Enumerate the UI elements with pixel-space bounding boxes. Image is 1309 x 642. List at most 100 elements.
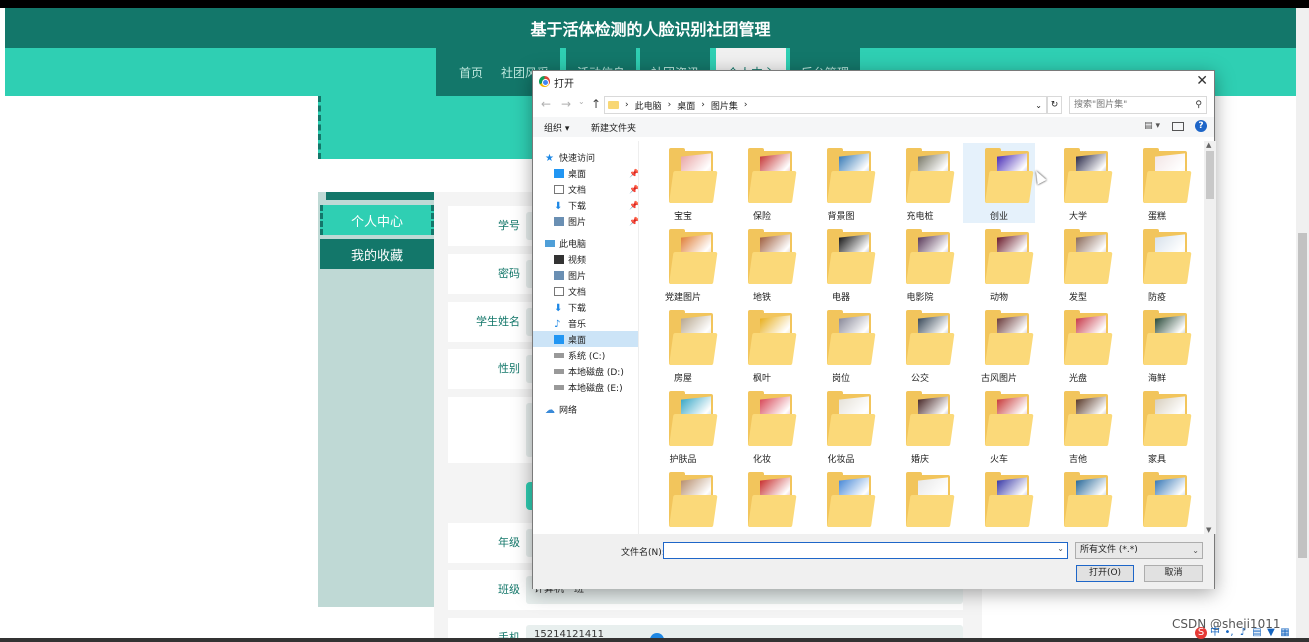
- address-bar[interactable]: › 此电脑 › 桌面 › 图片集 › ⌄: [604, 96, 1047, 114]
- view-options-icon[interactable]: ▤ ▾: [1144, 121, 1160, 131]
- close-icon[interactable]: ✕: [1196, 73, 1208, 89]
- address-dropdown-icon[interactable]: ⌄: [1035, 101, 1042, 110]
- recent-dropdown-icon[interactable]: ⌄: [578, 97, 585, 106]
- crumb-this-pc[interactable]: 此电脑: [635, 99, 662, 112]
- folder-item[interactable]: 婚庆: [884, 386, 956, 466]
- folder-item[interactable]: 保险: [726, 143, 798, 223]
- folder-item[interactable]: [1042, 467, 1114, 534]
- microphone-icon[interactable]: ♪: [1237, 627, 1249, 639]
- sidebar-item-favorites[interactable]: 我的收藏: [320, 239, 434, 269]
- folder-item[interactable]: 光盘: [1042, 305, 1114, 385]
- folder-item[interactable]: 创业: [963, 143, 1035, 223]
- nav-videos[interactable]: 视频: [554, 251, 649, 267]
- dialog-titlebar[interactable]: 打开 ✕: [533, 71, 1214, 93]
- refresh-icon[interactable]: ↻: [1047, 96, 1062, 114]
- help-icon[interactable]: ?: [1195, 120, 1207, 132]
- chevron-down-icon[interactable]: ⌄: [1057, 544, 1064, 553]
- folder-front: [827, 333, 876, 365]
- folder-item[interactable]: [647, 467, 719, 534]
- folder-item[interactable]: [963, 467, 1035, 534]
- preview-pane-icon[interactable]: [1172, 122, 1184, 131]
- grid-icon[interactable]: ▦: [1279, 627, 1291, 639]
- folder-item[interactable]: 古风图片: [963, 305, 1035, 385]
- folder-front: [906, 333, 955, 365]
- content-scrollbar-thumb[interactable]: [1206, 151, 1214, 199]
- folder-item[interactable]: 蛋糕: [1121, 143, 1193, 223]
- keyboard-icon[interactable]: ▤: [1251, 627, 1263, 639]
- folder-item[interactable]: 发型: [1042, 224, 1114, 304]
- folder-item[interactable]: 电器: [805, 224, 877, 304]
- folder-item[interactable]: 电影院: [884, 224, 956, 304]
- filetype-select[interactable]: 所有文件 (*.*) ⌄: [1075, 542, 1203, 559]
- punctuation-icon[interactable]: •,: [1223, 627, 1235, 639]
- crumb-picture-set[interactable]: 图片集: [711, 99, 738, 112]
- forward-arrow-icon[interactable]: →: [561, 97, 571, 111]
- open-button[interactable]: 打开(O): [1076, 565, 1134, 582]
- folder-item[interactable]: [1121, 467, 1193, 534]
- nav-documents[interactable]: 文档: [554, 283, 649, 299]
- folder-front: [748, 414, 797, 446]
- nav-pictures[interactable]: 图片: [554, 267, 649, 283]
- crumb-desktop[interactable]: 桌面: [677, 99, 695, 112]
- nav-quick-access[interactable]: ★ 快速访问: [545, 149, 640, 165]
- folder-item[interactable]: 海鲜: [1121, 305, 1193, 385]
- nav-drive-e[interactable]: 本地磁盘 (E:): [554, 379, 649, 395]
- chinese-mode-icon[interactable]: 中: [1209, 627, 1221, 639]
- sidebar-item-personal-center[interactable]: 个人中心: [320, 205, 434, 235]
- scroll-down-icon[interactable]: ▼: [1206, 526, 1211, 534]
- scroll-up-icon[interactable]: ▲: [1206, 141, 1211, 149]
- chevron-down-icon[interactable]: ⌄: [1192, 543, 1199, 558]
- ime-logo-icon[interactable]: S: [1195, 627, 1207, 639]
- folder-item[interactable]: 化妆: [726, 386, 798, 466]
- folder-item[interactable]: 地铁: [726, 224, 798, 304]
- folder-item[interactable]: 火车: [963, 386, 1035, 466]
- back-arrow-icon[interactable]: ←: [541, 97, 551, 111]
- organize-button[interactable]: 组织 ▾: [544, 121, 569, 134]
- folder-item[interactable]: 公交: [884, 305, 956, 385]
- folder-item[interactable]: [726, 467, 798, 534]
- search-input[interactable]: 搜索"图片集" ⚲: [1069, 96, 1207, 114]
- folder-item[interactable]: 家具: [1121, 386, 1193, 466]
- folder-label: 防疫: [1147, 293, 1166, 303]
- folder-item[interactable]: 动物: [963, 224, 1035, 304]
- nav-music[interactable]: ♪ 音乐: [554, 315, 649, 331]
- folder-item[interactable]: 背景图: [805, 143, 877, 223]
- cancel-button[interactable]: 取消: [1144, 565, 1203, 582]
- nav-downloads-pinned[interactable]: ⬇ 下载 📌: [554, 197, 649, 213]
- folder-item[interactable]: 充电桩: [884, 143, 956, 223]
- search-icon[interactable]: ⚲: [1195, 97, 1202, 113]
- nav-drive-c[interactable]: 系统 (C:): [554, 347, 649, 363]
- page-scrollbar-thumb[interactable]: [1298, 233, 1307, 558]
- folder-item[interactable]: 大学: [1042, 143, 1114, 223]
- nav-desktop[interactable]: 桌面: [533, 331, 638, 347]
- filename-input[interactable]: ⌄: [663, 542, 1068, 559]
- computer-icon: [545, 239, 555, 247]
- page-scrollbar[interactable]: [1296, 8, 1309, 642]
- folder-label: 动物: [989, 293, 1008, 303]
- folder-item[interactable]: [884, 467, 956, 534]
- content-scrollbar[interactable]: ▲ ▼: [1204, 141, 1216, 534]
- nav-documents-pinned[interactable]: 文档 📌: [554, 181, 649, 197]
- nav-network[interactable]: ☁ 网络: [545, 401, 640, 417]
- folder-item[interactable]: 枫叶: [726, 305, 798, 385]
- nav-desktop-pinned[interactable]: 桌面 📌: [554, 165, 649, 181]
- folder-label: 家具: [1147, 455, 1166, 465]
- nav-pictures-pinned[interactable]: 图片 📌: [554, 213, 649, 229]
- folder-item[interactable]: 党建图片: [647, 224, 719, 304]
- folder-item[interactable]: [805, 467, 877, 534]
- sidebar-top-bar: [326, 192, 442, 200]
- nav-drive-d[interactable]: 本地磁盘 (D:): [554, 363, 649, 379]
- folder-item[interactable]: 岗位: [805, 305, 877, 385]
- folder-item[interactable]: 房屋: [647, 305, 719, 385]
- new-folder-button[interactable]: 新建文件夹: [591, 121, 636, 134]
- up-arrow-icon[interactable]: ↑: [591, 97, 601, 111]
- folder-item[interactable]: 吉他: [1042, 386, 1114, 466]
- nav-downloads[interactable]: ⬇ 下载: [554, 299, 649, 315]
- folder-item[interactable]: 护肤品: [647, 386, 719, 466]
- folder-item[interactable]: 化妆品: [805, 386, 877, 466]
- folder-item[interactable]: 宝宝: [647, 143, 719, 223]
- folder-item[interactable]: 防疫: [1121, 224, 1193, 304]
- navigation-pane: ★ 快速访问 桌面 📌 文档 📌 ⬇ 下载 📌 图片 📌 此电脑 视频 图片 文档 ⬇ 下载 …: [533, 141, 640, 534]
- shirt-icon[interactable]: ▼: [1265, 627, 1277, 639]
- nav-this-pc[interactable]: 此电脑: [545, 235, 640, 251]
